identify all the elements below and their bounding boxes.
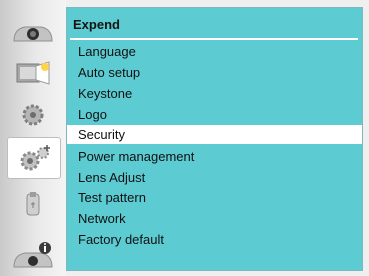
memory-viewer-icon [26, 192, 40, 216]
menu-item-logo[interactable]: Logo [67, 105, 362, 124]
sidebar-item-display[interactable] [7, 12, 59, 52]
menu-item-lens-adjust[interactable]: Lens Adjust [67, 168, 362, 187]
menu-item-network[interactable]: Network [67, 209, 362, 228]
menu-item-keystone[interactable]: Keystone [67, 84, 362, 103]
setting-gear-icon [22, 104, 44, 126]
sidebar-item-memory[interactable] [7, 185, 59, 225]
menu-title: Expend [73, 17, 120, 32]
sidebar-item-expand[interactable] [7, 137, 61, 179]
menu-item-factory-default[interactable]: Factory default [67, 230, 362, 249]
menu-item-security[interactable]: Security [67, 125, 362, 144]
menu-item-language[interactable]: Language [67, 42, 362, 61]
sidebar [0, 0, 66, 276]
display-icon [13, 26, 53, 42]
menu-item-auto-setup[interactable]: Auto setup [67, 63, 362, 82]
sidebar-item-picture[interactable] [7, 53, 59, 93]
sidebar-item-setting[interactable] [7, 95, 59, 135]
expand-gear-icon [20, 145, 50, 171]
menu-item-test-pattern[interactable]: Test pattern [67, 188, 362, 207]
osd-menu: Expend Language Auto setup Keystone Logo… [0, 0, 369, 276]
sidebar-item-info[interactable] [7, 236, 59, 276]
menu-panel: Expend Language Auto setup Keystone Logo… [66, 7, 363, 271]
picture-adjust-icon [16, 61, 50, 85]
title-divider [70, 38, 358, 40]
info-icon [13, 242, 53, 268]
menu-item-power-management[interactable]: Power management [67, 147, 362, 166]
